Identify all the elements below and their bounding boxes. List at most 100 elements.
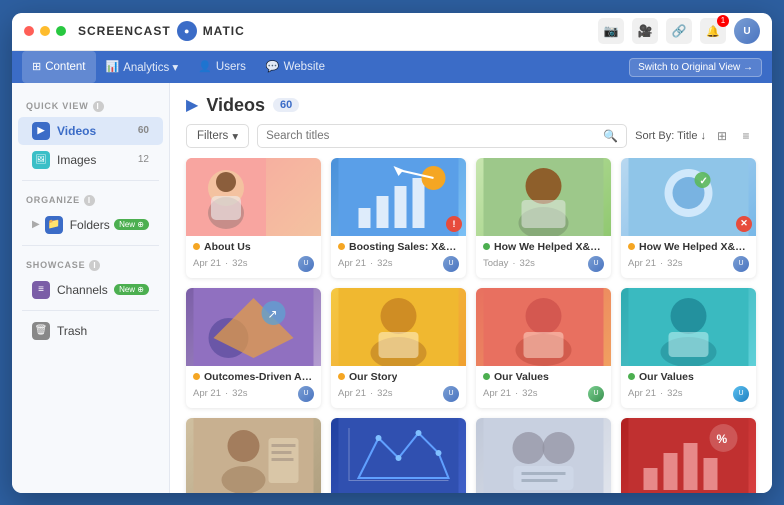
video-avatar-2: U bbox=[443, 256, 459, 272]
video-title-row-1: About Us bbox=[193, 241, 314, 253]
error-badge-2: ! bbox=[446, 216, 462, 232]
video-date-8: Apr 21 bbox=[628, 388, 656, 399]
switch-view-button[interactable]: Switch to Original View → bbox=[629, 58, 762, 77]
status-dot-7 bbox=[483, 373, 490, 380]
sidebar-item-videos[interactable]: ▶ Videos 60 bbox=[18, 117, 163, 145]
sidebar-videos-label: Videos bbox=[57, 124, 96, 138]
brand-icon: ● bbox=[177, 21, 197, 41]
video-info-6: Our Story Apr 21 · 32s U bbox=[331, 366, 466, 408]
video-card-1[interactable]: About Us Apr 21 · 32s U bbox=[186, 158, 321, 278]
svg-text:%: % bbox=[717, 432, 728, 446]
video-meta-4: Apr 21 · 32s U bbox=[628, 256, 749, 272]
notification-icon[interactable]: 🔔 bbox=[700, 18, 726, 44]
images-icon: 🖼 bbox=[32, 151, 50, 169]
video-meta-3: Today · 32s U bbox=[483, 256, 604, 272]
video-duration-6: 32s bbox=[377, 388, 392, 399]
error-badge-4: ✕ bbox=[736, 216, 752, 232]
video-info-1: About Us Apr 21 · 32s U bbox=[186, 236, 321, 278]
video-thumb-11 bbox=[476, 418, 611, 493]
sidebar-item-folders[interactable]: ▶ 📁 Folders New ⊕ bbox=[18, 211, 163, 239]
video-title-row-4: How We Helped X&Co bbox=[628, 241, 749, 253]
video-avatar-4: U bbox=[733, 256, 749, 272]
video-card-6[interactable]: Our Story Apr 21 · 32s U bbox=[331, 288, 466, 408]
video-avatar-1: U bbox=[298, 256, 314, 272]
video-dur-4: · bbox=[660, 258, 663, 269]
sidebar-divider-2 bbox=[22, 245, 159, 246]
video-duration-2: 32s bbox=[377, 258, 392, 269]
video-title-row-3: How We Helped X&Co bbox=[483, 241, 604, 253]
content-toolbar: Filters ▾ 🔍 Sort By: Title ↓ ⊞ ≡ bbox=[170, 124, 772, 158]
share-icon[interactable]: 🔗 bbox=[666, 18, 692, 44]
window-controls bbox=[24, 26, 66, 36]
showcase-info-icon: i bbox=[89, 260, 100, 271]
camera-icon[interactable]: 📷 bbox=[598, 18, 624, 44]
showcase-label: SHOWCASE i bbox=[12, 252, 169, 275]
video-duration-5: 32s bbox=[232, 388, 247, 399]
maximize-button[interactable] bbox=[56, 26, 66, 36]
video-card-8[interactable]: Our Values Apr 21 · 32s U bbox=[621, 288, 756, 408]
channels-new-badge: New ⊕ bbox=[114, 284, 149, 295]
search-bar: 🔍 bbox=[257, 124, 627, 148]
grid-view-button[interactable]: ⊞ bbox=[712, 126, 732, 146]
video-meta-1: Apr 21 · 32s U bbox=[193, 256, 314, 272]
video-card-3[interactable]: How We Helped X&Co Today · 32s U bbox=[476, 158, 611, 278]
video-card-12[interactable]: % The Numbers: Young... Apr 21 bbox=[621, 418, 756, 493]
video-card-10[interactable]: Sales Lift: Merriweatt... Apr 21 · 32s U bbox=[331, 418, 466, 493]
title-bar-actions: 📷 🎥 🔗 🔔 U bbox=[598, 18, 760, 44]
sort-button[interactable]: Sort By: Title ↓ bbox=[635, 130, 706, 142]
sort-controls: Sort By: Title ↓ ⊞ ≡ bbox=[635, 126, 756, 146]
organize-label: ORGANIZE i bbox=[12, 187, 169, 210]
video-date-5: Apr 21 bbox=[193, 388, 221, 399]
list-view-button[interactable]: ≡ bbox=[736, 126, 756, 146]
video-card-2[interactable]: ! Boosting Sales: X&Co Apr 21 · bbox=[331, 158, 466, 278]
sidebar-channels-label: Channels bbox=[57, 283, 108, 297]
video-date-7: Apr 21 bbox=[483, 388, 511, 399]
video-dur-2: · bbox=[370, 258, 373, 269]
nav-content[interactable]: ⊞ Content bbox=[22, 51, 96, 83]
video-title-row-2: Boosting Sales: X&Co bbox=[338, 241, 459, 253]
nav-users[interactable]: 👤 Users bbox=[188, 51, 256, 83]
grid-row-1: About Us Apr 21 · 32s U bbox=[186, 158, 756, 278]
video-title-1: About Us bbox=[204, 241, 251, 253]
analytics-icon: 📊 bbox=[106, 60, 120, 73]
status-dot-8 bbox=[628, 373, 635, 380]
nav-analytics-label: Analytics ▾ bbox=[123, 60, 178, 74]
video-title-row-5: Outcomes-Driven Ap... bbox=[193, 371, 314, 383]
video-avatar-6: U bbox=[443, 386, 459, 402]
video-card-7[interactable]: Our Values Apr 21 · 32s U bbox=[476, 288, 611, 408]
video-duration-4: 32s bbox=[667, 258, 682, 269]
filters-button[interactable]: Filters ▾ bbox=[186, 124, 249, 148]
user-avatar[interactable]: U bbox=[734, 18, 760, 44]
close-button[interactable] bbox=[24, 26, 34, 36]
video-grid: About Us Apr 21 · 32s U bbox=[170, 158, 772, 493]
video-title-3: How We Helped X&Co bbox=[494, 241, 604, 253]
video-icon[interactable]: 🎥 bbox=[632, 18, 658, 44]
minimize-button[interactable] bbox=[40, 26, 50, 36]
nav-website[interactable]: 💬 Website bbox=[256, 51, 335, 83]
video-card-9[interactable]: Principles We Stand By ... Apr 21 · 32s … bbox=[186, 418, 321, 493]
sidebar-divider-1 bbox=[22, 180, 159, 181]
video-total-count: 60 bbox=[273, 98, 299, 112]
video-avatar-5: U bbox=[298, 386, 314, 402]
video-card-4[interactable]: ✓ ✕ How We Helped X&Co Apr 21 bbox=[621, 158, 756, 278]
sidebar-item-trash[interactable]: 🗑 Trash bbox=[18, 317, 163, 345]
sidebar-item-images[interactable]: 🖼 Images 12 bbox=[18, 146, 163, 174]
video-thumb-4: ✓ ✕ bbox=[621, 158, 756, 236]
view-toggle: ⊞ ≡ bbox=[712, 126, 756, 146]
video-title-8: Our Values bbox=[639, 371, 694, 383]
nav-analytics[interactable]: 📊 Analytics ▾ bbox=[96, 51, 189, 83]
status-dot-1 bbox=[193, 243, 200, 250]
video-info-7: Our Values Apr 21 · 32s U bbox=[476, 366, 611, 408]
video-card-5[interactable]: ↗ Outcomes-Driven Ap... Apr 21 bbox=[186, 288, 321, 408]
video-dur-3: · bbox=[512, 258, 515, 269]
video-info-4: How We Helped X&Co Apr 21 · 32s U bbox=[621, 236, 756, 278]
video-avatar-8: U bbox=[733, 386, 749, 402]
svg-text:✓: ✓ bbox=[700, 176, 708, 187]
users-icon: 👤 bbox=[198, 60, 212, 73]
sidebar-item-channels[interactable]: ≡ Channels New ⊕ bbox=[18, 276, 163, 304]
video-card-11[interactable]: The Numbers: Young... Apr 21 · 32s U bbox=[476, 418, 611, 493]
video-date-6: Apr 21 bbox=[338, 388, 366, 399]
video-duration-3: 32s bbox=[520, 258, 535, 269]
search-input[interactable] bbox=[266, 130, 603, 142]
video-date-1: Apr 21 bbox=[193, 258, 221, 269]
